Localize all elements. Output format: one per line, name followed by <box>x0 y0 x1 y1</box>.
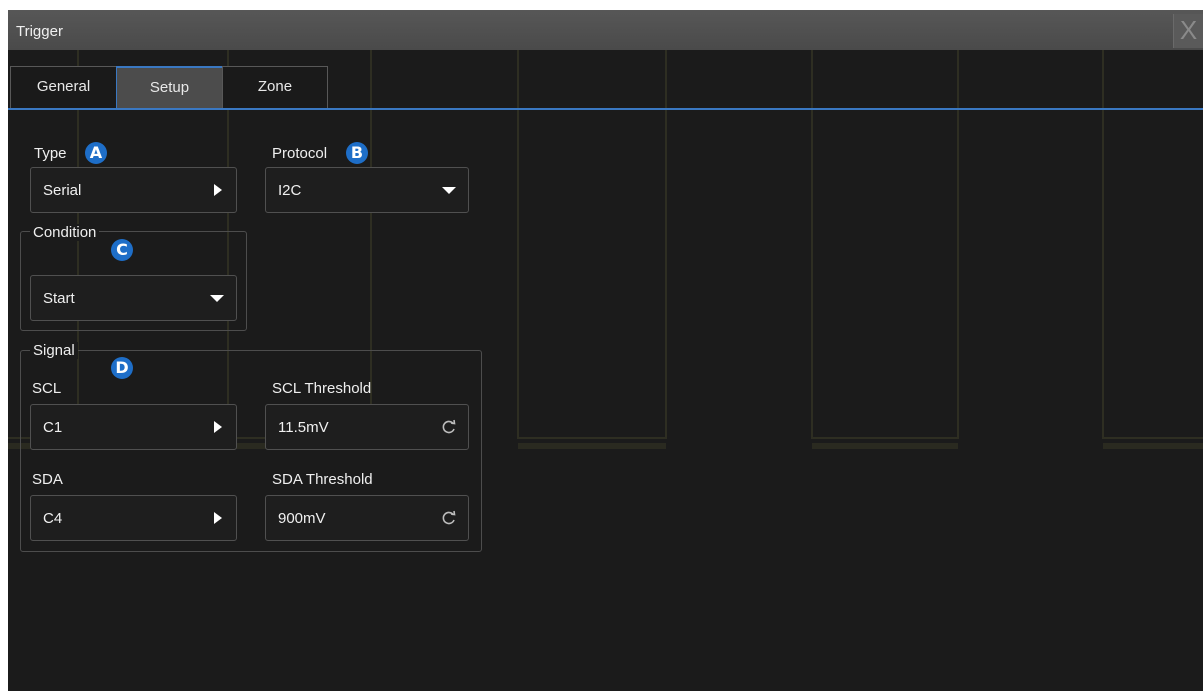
reset-icon[interactable] <box>440 418 458 436</box>
protocol-value: I2C <box>278 182 302 199</box>
triangle-right-icon <box>214 512 222 524</box>
scl-threshold-value: 11.5mV <box>278 419 329 436</box>
title-bar: Trigger X <box>8 10 1203 50</box>
marker-a: A <box>85 142 107 164</box>
type-value: Serial <box>43 182 82 199</box>
sda-threshold-label: SDA Threshold <box>272 471 373 488</box>
sda-source-select[interactable]: C4 <box>30 495 237 541</box>
triangle-right-icon <box>214 421 222 433</box>
triangle-right-icon <box>214 184 222 196</box>
tab-general[interactable]: General <box>10 66 117 108</box>
scl-threshold-label: SCL Threshold <box>272 380 372 397</box>
type-select[interactable]: Serial <box>30 167 237 213</box>
tab-zone[interactable]: Zone <box>222 66 328 108</box>
trigger-dialog: Trigger X General Setup Zone Type A Seri… <box>8 10 1203 691</box>
protocol-label: Protocol <box>272 145 328 162</box>
scl-source-select[interactable]: C1 <box>30 404 237 450</box>
sda-value: C4 <box>43 510 63 527</box>
marker-c: C <box>111 239 133 261</box>
protocol-select[interactable]: I2C <box>265 167 469 213</box>
marker-d: D <box>111 357 133 379</box>
type-label: Type <box>34 145 67 162</box>
tab-bar: General Setup Zone <box>8 64 1203 110</box>
tab-setup[interactable]: Setup <box>116 66 223 108</box>
scl-label: SCL <box>32 380 62 397</box>
reset-icon[interactable] <box>440 509 458 527</box>
sda-threshold-value: 900mV <box>278 510 326 527</box>
sda-label: SDA <box>32 471 63 488</box>
condition-select[interactable]: Start <box>30 275 237 321</box>
triangle-down-icon <box>210 295 224 302</box>
scl-value: C1 <box>43 419 63 436</box>
window-title: Trigger <box>16 23 63 40</box>
close-button[interactable]: X <box>1173 14 1203 48</box>
signal-label: Signal <box>30 342 78 359</box>
condition-label: Condition <box>30 224 100 241</box>
marker-b: B <box>346 142 368 164</box>
triangle-down-icon <box>442 187 456 194</box>
scl-threshold-input[interactable]: 11.5mV <box>265 404 469 450</box>
condition-value: Start <box>43 290 75 307</box>
sda-threshold-input[interactable]: 900mV <box>265 495 469 541</box>
